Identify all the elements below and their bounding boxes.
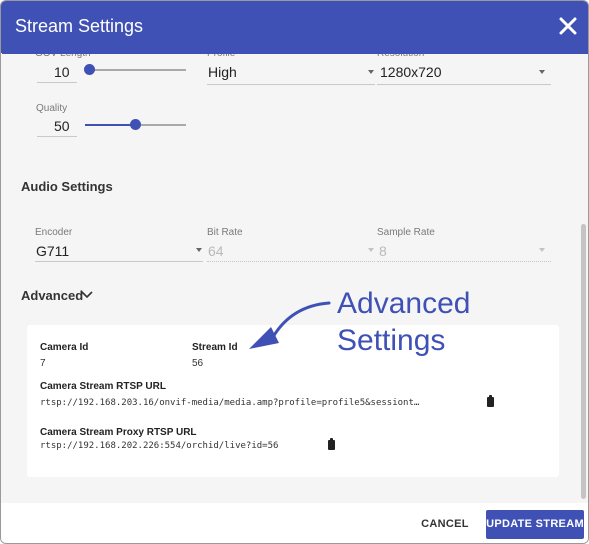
quality-value[interactable]: 50 — [54, 118, 70, 134]
clipboard-icon[interactable] — [487, 395, 494, 407]
sample-rate-underline — [377, 261, 551, 262]
resolution-underline — [377, 84, 551, 85]
quality-underline — [37, 136, 77, 137]
bit-rate-select-value: 64 — [208, 243, 224, 259]
audio-settings-title: Audio Settings — [21, 179, 113, 194]
quality-label: Quality — [36, 103, 68, 114]
chevron-down-icon[interactable] — [539, 70, 545, 74]
chevron-down-icon — [81, 291, 93, 299]
encoder-label: Encoder — [35, 227, 73, 238]
cancel-button[interactable]: CANCEL — [418, 511, 472, 537]
camera-id-label: Camera Id — [40, 342, 89, 353]
resolution-select-value[interactable]: 1280x720 — [380, 64, 442, 80]
gov-length-slider-track[interactable] — [89, 69, 186, 71]
dialog-scrollbar[interactable] — [581, 224, 586, 499]
stream-id-label: Stream Id — [192, 342, 238, 353]
stream-settings-dialog: Stream Settings GOV Length Profile Resol… — [0, 0, 589, 544]
resolution-label: Resolution — [377, 48, 425, 59]
quality-slider-thumb[interactable] — [130, 119, 141, 130]
advanced-toggle-label: Advanced — [21, 288, 84, 303]
advanced-toggle[interactable]: Advanced — [21, 287, 93, 305]
gov-length-value[interactable]: 10 — [54, 64, 70, 80]
rtsp-url-value: rtsp://192.168.203.16/onvif-media/media.… — [40, 398, 420, 408]
chevron-down-icon — [539, 248, 545, 252]
stream-id-value: 56 — [192, 358, 204, 369]
bit-rate-label: Bit Rate — [207, 227, 243, 238]
chevron-down-icon[interactable] — [196, 248, 202, 252]
dialog-title: Stream Settings — [14, 15, 143, 35]
profile-underline — [207, 84, 375, 85]
clipboard-icon[interactable] — [328, 438, 335, 450]
encoder-select-value[interactable]: G711 — [36, 243, 69, 259]
encoder-underline — [35, 261, 203, 262]
proxy-rtsp-url-label: Camera Stream Proxy RTSP URL — [40, 427, 197, 438]
chevron-down-icon[interactable] — [368, 70, 374, 74]
camera-id-value: 7 — [40, 358, 46, 369]
annotation-line1: Advanced — [337, 287, 471, 320]
proxy-rtsp-url-value: rtsp://192.168.202.226:554/orchid/live?i… — [40, 441, 279, 451]
close-icon[interactable] — [553, 11, 583, 41]
gov-length-slider-thumb[interactable] — [84, 64, 95, 75]
profile-label: Profile — [207, 48, 236, 59]
profile-select-value[interactable]: High — [208, 64, 237, 80]
annotation-line2: Settings — [337, 324, 446, 357]
gov-length-label: GOV Length — [35, 48, 91, 59]
update-stream-button[interactable]: UPDATE STREAM — [486, 510, 584, 539]
gov-length-underline — [37, 82, 77, 83]
chevron-down-icon — [368, 248, 374, 252]
quality-slider-fill — [85, 124, 135, 126]
annotation-arrow-icon — [249, 301, 331, 349]
rtsp-url-label: Camera Stream RTSP URL — [40, 381, 166, 392]
dialog-titlebar: Stream Settings — [1, 1, 588, 53]
sample-rate-select-value: 8 — [379, 243, 387, 259]
sample-rate-label: Sample Rate — [377, 227, 435, 238]
bit-rate-underline — [207, 261, 375, 262]
quality-slider-track[interactable] — [135, 124, 186, 126]
